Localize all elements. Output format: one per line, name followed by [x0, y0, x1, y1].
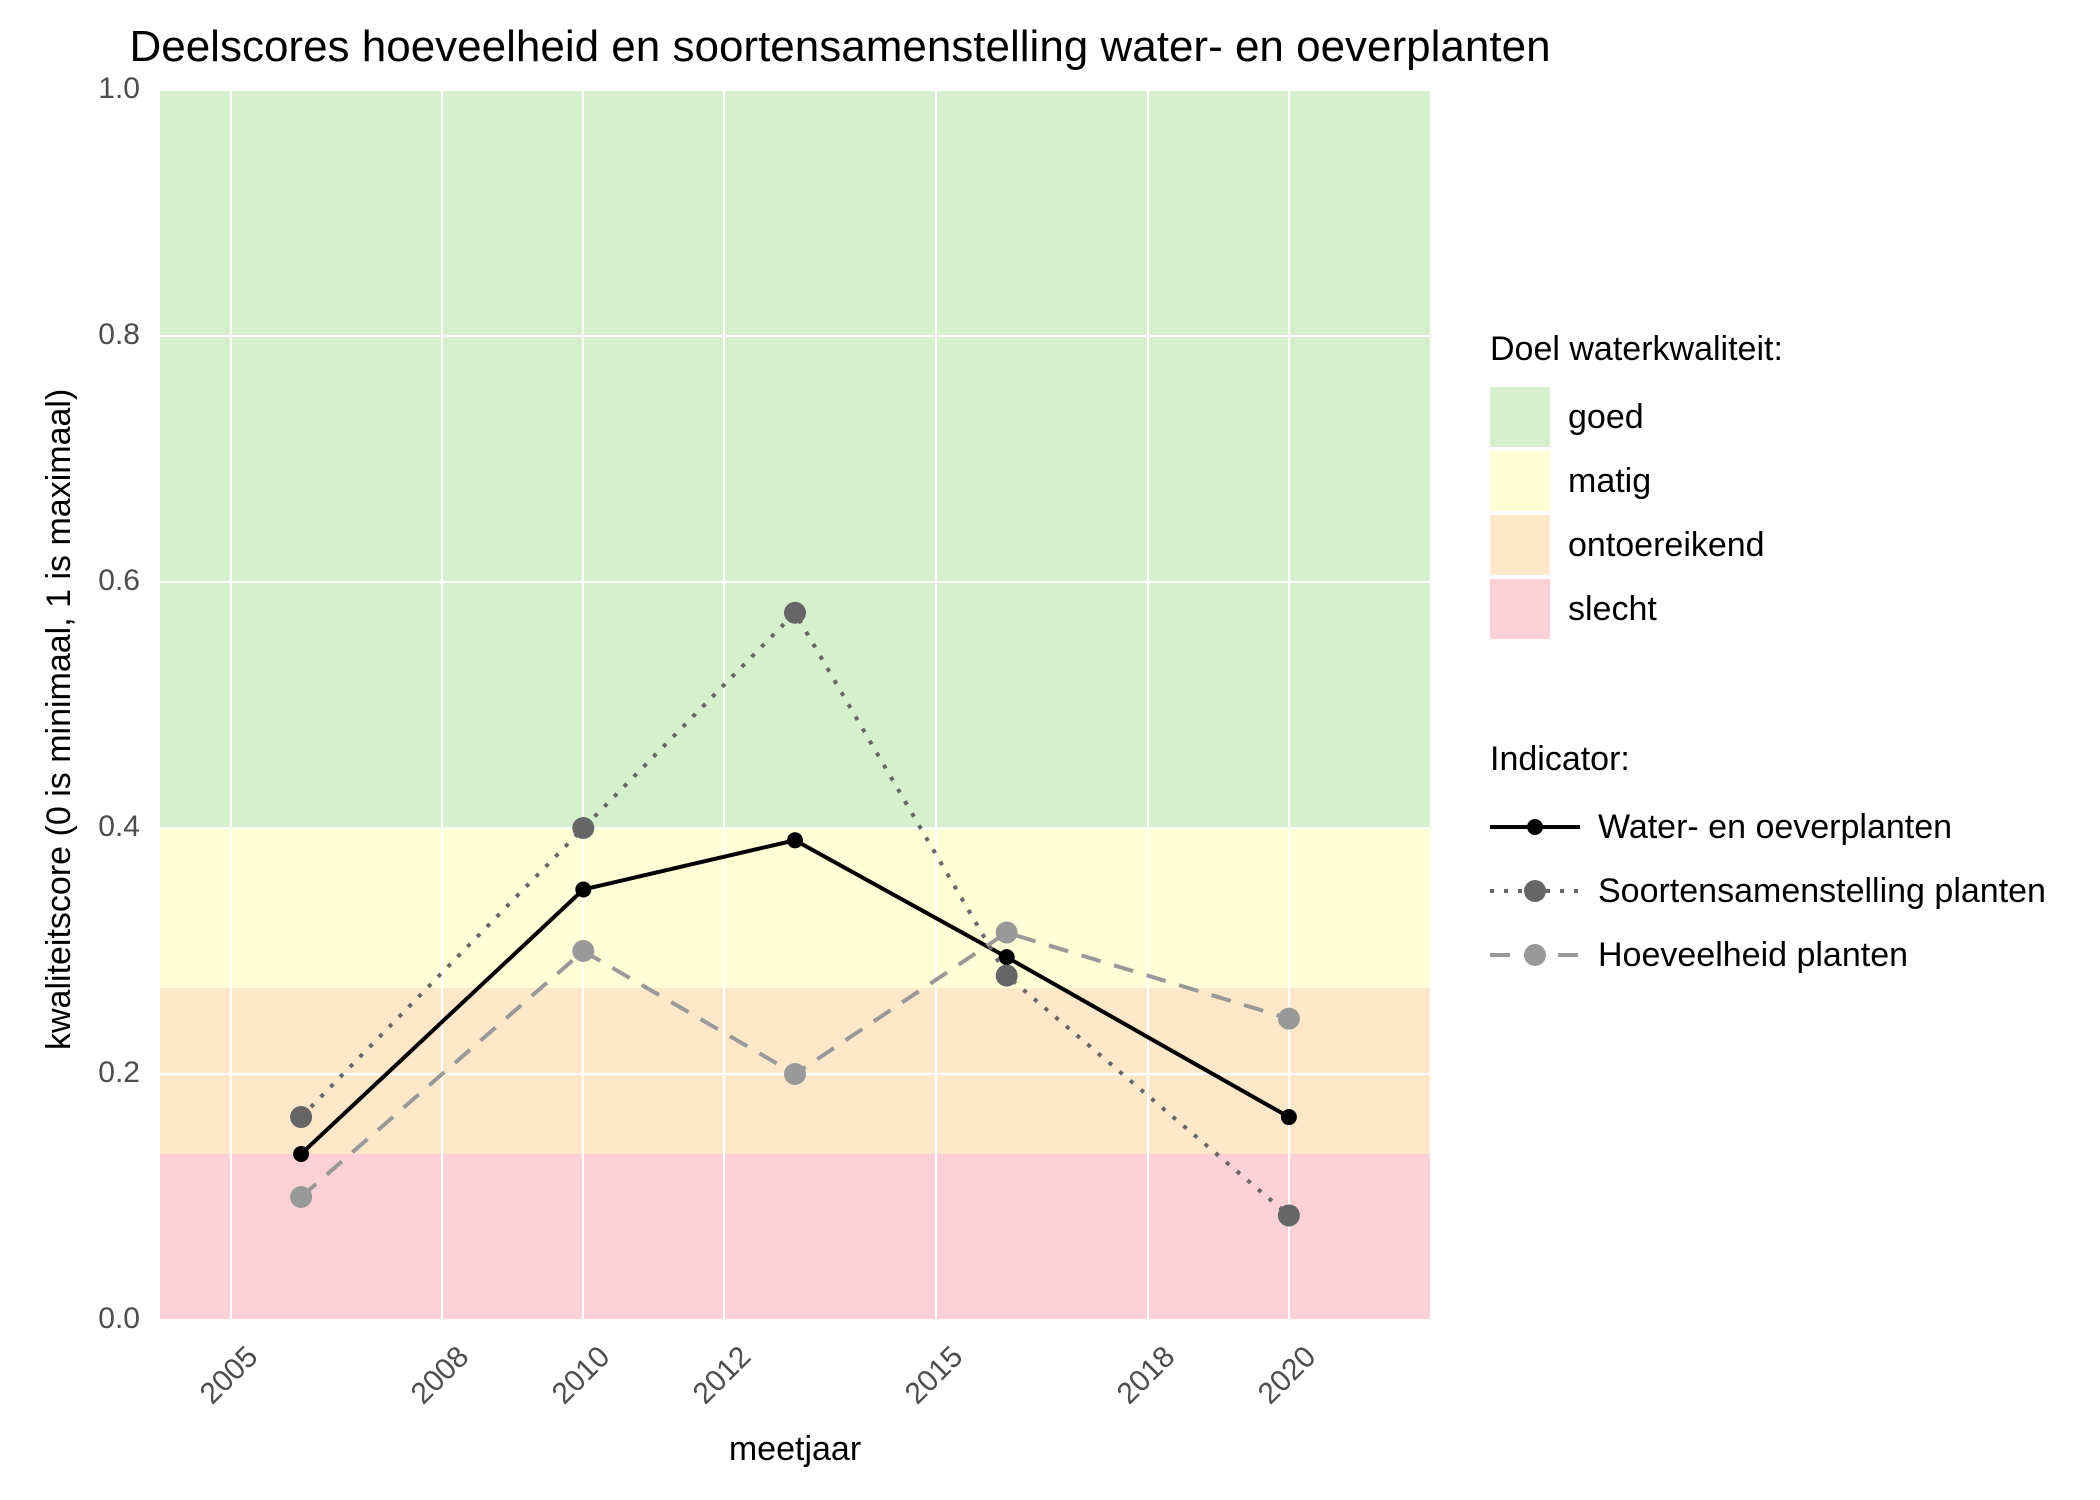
- y-tick-label: 0.6: [60, 564, 140, 598]
- chart-container: Deelscores hoeveelheid en soortensamenst…: [0, 0, 2100, 1500]
- series-point-soorten: [784, 602, 806, 624]
- series-point-water: [575, 882, 591, 898]
- y-tick-label: 0.8: [60, 318, 140, 352]
- series-point-hoeveel: [996, 922, 1018, 944]
- series-line-water: [301, 840, 1289, 1154]
- series-point-hoeveel: [572, 940, 594, 962]
- legend-swatch: [1490, 451, 1550, 511]
- legend-line-sample: [1490, 807, 1580, 847]
- legend-quality: Doel waterkwaliteit: goed matig ontoereike…: [1490, 330, 2050, 643]
- series-point-hoeveel: [1278, 1008, 1300, 1030]
- y-tick-label: 0.4: [60, 810, 140, 844]
- legend-line-sample: [1490, 871, 1580, 911]
- legend-indicator-label: Water- en oeverplanten: [1598, 808, 1952, 847]
- legend-quality-row-matig: matig: [1490, 451, 2050, 511]
- legend-quality-label: slecht: [1568, 590, 1657, 629]
- series-point-soorten: [996, 965, 1018, 987]
- series-point-hoeveel: [290, 1186, 312, 1208]
- legend-indicator: Indicator: Water- en oeverplanten Soorten…: [1490, 740, 2090, 989]
- series-point-water: [293, 1146, 309, 1162]
- legend-quality-label: goed: [1568, 398, 1644, 437]
- legend-indicator-title: Indicator:: [1490, 740, 2090, 779]
- legend-line-sample: [1490, 935, 1580, 975]
- legend-swatch: [1490, 387, 1550, 447]
- legend-indicator-row-water: Water- en oeverplanten: [1490, 797, 2090, 857]
- legend-quality-label: matig: [1568, 462, 1651, 501]
- y-tick-label: 0.0: [60, 1302, 140, 1336]
- legend-quality-title: Doel waterkwaliteit:: [1490, 330, 2050, 369]
- series-point-soorten: [572, 817, 594, 839]
- series-point-hoeveel: [784, 1063, 806, 1085]
- legend-quality-row-goed: goed: [1490, 387, 2050, 447]
- legend-indicator-label: Hoeveelheid planten: [1598, 936, 1908, 975]
- y-tick-label: 1.0: [60, 72, 140, 106]
- legend-swatch: [1490, 515, 1550, 575]
- legend-indicator-row-hoeveel: Hoeveelheid planten: [1490, 925, 2090, 985]
- series-point-soorten: [290, 1106, 312, 1128]
- legend-quality-row-ontoereikend: ontoereikend: [1490, 515, 2050, 575]
- legend-swatch: [1490, 579, 1550, 639]
- legend-indicator-label: Soortensamenstelling planten: [1598, 872, 2046, 911]
- series-line-soorten: [301, 613, 1289, 1216]
- y-tick-label: 0.2: [60, 1056, 140, 1090]
- series-point-water: [1281, 1109, 1297, 1125]
- series-point-water: [999, 949, 1015, 965]
- series-point-water: [787, 832, 803, 848]
- y-axis-label: kwaliteitscore (0 is minimaal, 1 is maxi…: [40, 389, 79, 1050]
- legend-quality-row-slecht: slecht: [1490, 579, 2050, 639]
- legend-quality-label: ontoereikend: [1568, 526, 1765, 565]
- series-point-soorten: [1278, 1204, 1300, 1226]
- chart-title: Deelscores hoeveelheid en soortensamenst…: [0, 22, 1680, 72]
- plot-svg: [160, 90, 1430, 1320]
- plot-area: [160, 90, 1430, 1320]
- legend-indicator-row-soorten: Soortensamenstelling planten: [1490, 861, 2090, 921]
